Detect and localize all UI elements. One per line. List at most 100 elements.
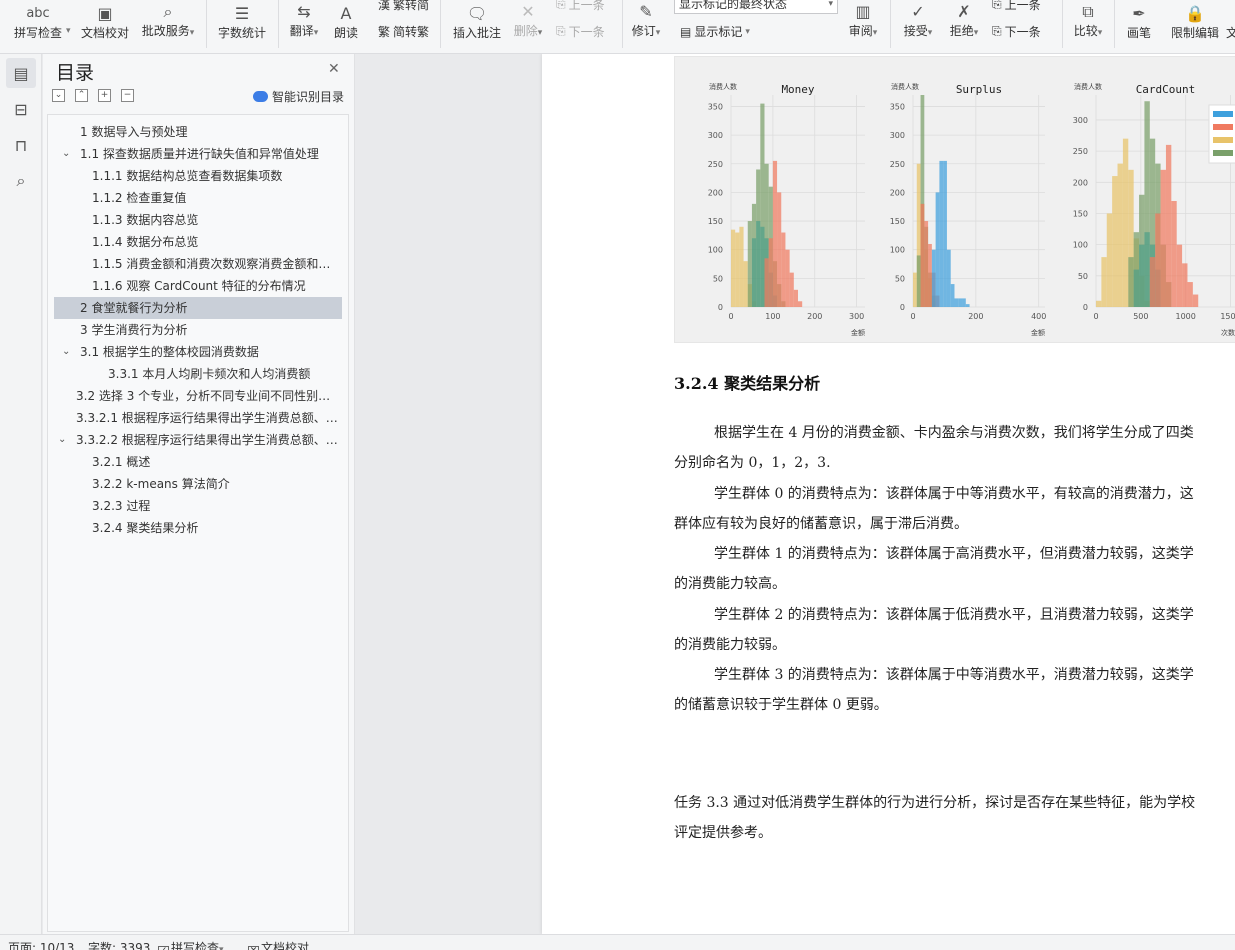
chevron-down-icon[interactable]: ▾ (66, 26, 71, 36)
toc-item[interactable]: 1.1.4 数据分布总览 (48, 231, 348, 253)
toc-item-label: 1.1.2 检查重复值 (92, 191, 187, 205)
paragraph-line: 分别命名为 0，1，2，3. (674, 455, 831, 471)
histogram-bar (798, 301, 803, 307)
word-count-button[interactable]: ☰ 字数统计 (214, 0, 270, 53)
toc-list: 1 数据导入与预处理 ⌄ 1.1 探查数据质量并进行缺失值和异常值处理 1.1.1 数… (47, 114, 349, 932)
toc-pane-icon[interactable]: ▤ (6, 58, 36, 88)
toc-item[interactable]: 1.1.5 消费金额和消费次数观察消费金额和… (48, 253, 348, 275)
y-tick-label: 50 (1078, 272, 1088, 281)
spell-check-label: 拼写检查 (13, 26, 62, 40)
toc-item-label: 3.3.1 本月人均刷卡频次和人均消费额 (108, 367, 311, 381)
histogram-bar (1149, 257, 1156, 307)
pen-button[interactable]: ✒ 画笔 (1122, 0, 1156, 53)
chevron-down-icon[interactable]: ⌄ (62, 341, 70, 363)
prev-change-button[interactable]: ⎘ 上一条 (992, 0, 1041, 13)
compare-button[interactable]: ⧉ 比较▾ (1068, 0, 1108, 53)
proof-status[interactable]: ✕文档校对 (248, 939, 309, 950)
doc-proof-label: 文档校对 (80, 26, 129, 40)
histogram-bar (751, 238, 757, 307)
toc-item[interactable]: 1.1.2 检查重复值 (48, 187, 348, 209)
simp-to-trad-button[interactable]: 繁简转繁 (378, 23, 429, 40)
chapter-nav-icon[interactable]: ⊟ (6, 94, 36, 124)
doc-proof-button[interactable]: ▣ 文档校对 (78, 0, 132, 53)
close-icon[interactable]: ✕ (328, 61, 340, 77)
delete-comment-button[interactable]: ✕ 删除▾ (510, 0, 546, 53)
more-button[interactable]: 文 (1226, 0, 1235, 53)
legend-swatch (1213, 124, 1233, 130)
trad-to-simp-button[interactable]: 漢繁转简 (378, 0, 429, 13)
histogram-bar (781, 232, 786, 307)
compare-label: 比较▾ (1073, 24, 1103, 38)
toc-item-label: 3.2.2 k-means 算法简介 (92, 477, 230, 491)
expand-up-icon[interactable]: ⌃ (75, 89, 88, 102)
toc-item[interactable]: ⌄ 1.1 探查数据质量并进行缺失值和异常值处理 (48, 143, 348, 165)
chevron-down-icon[interactable]: ⌄ (58, 429, 66, 451)
document-page: 0 50 100 150 200 250 300 350 0 100 200 300 Money 消费人数… (542, 54, 1235, 934)
toc-item[interactable]: 1.1.3 数据内容总览 (48, 209, 348, 231)
toc-item[interactable]: ⌄ 3.3.2.2 根据程序运行结果得出学生消费总额、… (48, 429, 348, 451)
histogram-bar (772, 160, 778, 307)
toc-item[interactable]: 3.2 选择 3 个专业，分析不同专业间不同性别… (48, 385, 348, 407)
histogram-bar (785, 249, 790, 307)
show-markup-button[interactable]: ▤ 显示标记 ▾ (680, 23, 750, 40)
toc-item[interactable]: 1.1.6 观察 CardCount 特征的分布情况 (48, 275, 348, 297)
restrict-edit-button[interactable]: 🔒 限制编辑 (1168, 0, 1222, 53)
chevron-down-icon[interactable]: ⌄ (62, 143, 70, 165)
histogram-bar (1165, 144, 1172, 307)
bookmark-icon[interactable]: ⊓ (6, 130, 36, 160)
status-bar: 页面: 10/13 字数: 3393 ✓拼写检查▾ ✕文档校对 (0, 934, 1235, 950)
toc-item[interactable]: 1 数据导入与预处理 (48, 121, 348, 143)
histogram-bar (954, 298, 959, 307)
paragraph-line: 学生群体 3 的消费特点为：该群体属于中等消费水平，消费潜力较弱，这类学 (714, 667, 1194, 683)
reject-button[interactable]: ✗ 拒绝▾ (944, 0, 984, 53)
page-indicator[interactable]: 页面: 10/13 (8, 939, 74, 950)
track-changes-button[interactable]: ✎ 修订▾ (628, 0, 664, 53)
spell-check-status[interactable]: ✓拼写检查▾ (158, 939, 224, 950)
histogram-bar (943, 160, 947, 307)
ribbon-toolbar: abc 拼写检查 ▾ ▣ 文档校对 ⌕ 批改服务▾ ☰ 字数统计 ⇆ 翻译▾ A… (0, 0, 1235, 54)
remove-heading-icon[interactable]: − (121, 89, 134, 102)
histogram-bar (1192, 294, 1199, 307)
toc-item[interactable]: 3 学生消费行为分析 (48, 319, 348, 341)
toc-item[interactable]: ⌄ 3.1 根据学生的整体校园消费数据 (48, 341, 348, 363)
trad-simp-icon: 漢 (378, 0, 391, 12)
histogram-bar (916, 255, 921, 307)
add-heading-icon[interactable]: + (98, 89, 111, 102)
toc-item-label: 3.2.3 过程 (92, 499, 151, 513)
toc-item[interactable]: 3.2.4 聚类结果分析 (48, 517, 348, 539)
toc-item[interactable]: 3.3.2.1 根据程序运行结果得出学生消费总额、… (48, 407, 348, 429)
y-tick-label: 350 (708, 102, 723, 111)
toc-item[interactable]: 3.2.1 概述 (48, 451, 348, 473)
histogram-bar (1187, 282, 1193, 307)
smart-toc-button[interactable]: 智能识别目录 (252, 88, 344, 105)
toc-item[interactable]: 3.3.1 本月人均刷卡频次和人均消费额 (48, 363, 348, 385)
divider (890, 0, 891, 48)
toc-item[interactable]: 3.2.2 k-means 算法简介 (48, 473, 348, 495)
prev-comment-button[interactable]: ⎘ 上一条 (556, 0, 605, 13)
word-count-indicator[interactable]: 字数: 3393 (88, 939, 150, 950)
next-comment-button[interactable]: ⎘ 下一条 (556, 23, 605, 40)
review-pane-button[interactable]: ▥ 审阅▾ (844, 0, 882, 53)
search-icon[interactable]: ⌕ (6, 166, 36, 196)
review-service-button[interactable]: ⌕ 批改服务▾ (138, 0, 198, 53)
next-change-button[interactable]: ⎘ 下一条 (992, 23, 1041, 40)
histogram-bar (958, 298, 963, 307)
read-aloud-button[interactable]: A 朗读 (328, 0, 364, 53)
x-axis-label: 金额 (851, 328, 865, 337)
toc-item[interactable]: 2 食堂就餐行为分析 (54, 297, 342, 319)
spell-check-button[interactable]: abc 拼写检查 (10, 0, 66, 53)
toc-item-label: 3.2.1 概述 (92, 455, 151, 469)
collapse-all-icon[interactable]: ⌄ (52, 89, 65, 102)
accept-button[interactable]: ✓ 接受▾ (898, 0, 938, 53)
translate-button[interactable]: ⇆ 翻译▾ (284, 0, 324, 53)
review-pane-label: 审阅▾ (848, 24, 878, 38)
y-tick-label: 250 (1073, 147, 1088, 156)
histogram-bar (735, 232, 740, 307)
toc-item[interactable]: 3.2.3 过程 (48, 495, 348, 517)
toc-item[interactable]: 1.1.1 数据结构总览查看数据集项数 (48, 165, 348, 187)
y-tick-label: 200 (1073, 178, 1088, 187)
histogram-bar (946, 249, 951, 307)
markup-state-select[interactable]: 显示标记的最终状态 ▾ (674, 0, 838, 14)
insert-comment-button[interactable]: 🗨 插入批注 (450, 0, 504, 53)
paragraph-line: 评定提供参考。 (674, 825, 772, 841)
